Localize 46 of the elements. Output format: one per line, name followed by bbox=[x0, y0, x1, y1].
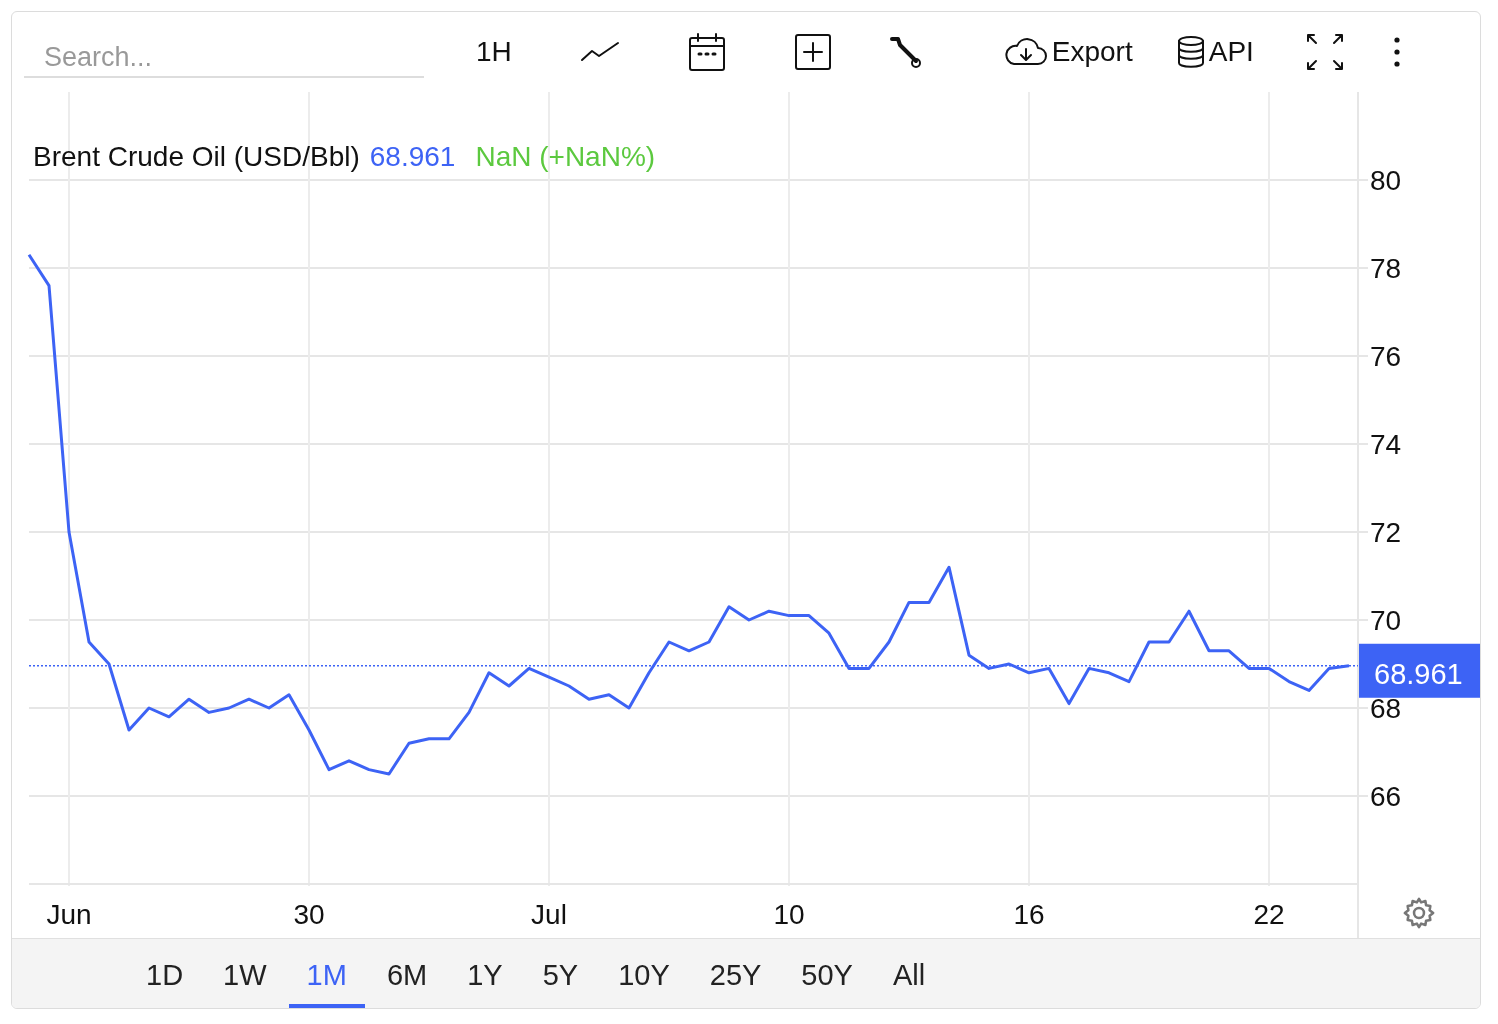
y-axis-label: 74 bbox=[1370, 429, 1402, 460]
range-tab[interactable]: 10Y bbox=[600, 948, 688, 1008]
y-axis-label: 72 bbox=[1370, 517, 1402, 548]
range-tab[interactable]: 5Y bbox=[524, 948, 597, 1008]
interval-button[interactable]: 1H bbox=[476, 31, 512, 73]
x-axis-label: 16 bbox=[1013, 899, 1045, 930]
tools-button[interactable] bbox=[887, 35, 922, 69]
y-axis-label: 76 bbox=[1370, 341, 1402, 372]
x-axis-label: 30 bbox=[293, 899, 325, 930]
range-tab[interactable]: 1Y bbox=[449, 948, 521, 1008]
wrench-icon bbox=[887, 35, 922, 69]
range-tab[interactable]: 6M bbox=[368, 948, 446, 1008]
export-button[interactable]: Export bbox=[1003, 31, 1133, 73]
range-tab[interactable]: All bbox=[874, 948, 944, 1008]
price-change: NaN (+NaN%) bbox=[475, 140, 656, 174]
x-axis-label: Jun bbox=[46, 899, 92, 930]
calendar-icon bbox=[687, 32, 726, 72]
fullscreen-icon bbox=[1305, 33, 1344, 71]
x-axis-label: 22 bbox=[1253, 899, 1285, 930]
add-box-icon bbox=[793, 33, 832, 71]
range-tab[interactable]: 1D bbox=[128, 948, 202, 1008]
database-icon bbox=[1176, 35, 1205, 69]
x-axis-label: 10 bbox=[773, 899, 805, 930]
api-button[interactable]: API bbox=[1176, 31, 1254, 73]
instrument-name: Brent Crude Oil (USD/Bbl) bbox=[33, 140, 360, 174]
y-axis-label: 70 bbox=[1370, 605, 1402, 636]
y-axis-label: 80 bbox=[1370, 165, 1402, 196]
range-tab[interactable]: 1M bbox=[288, 948, 365, 1008]
cloud-download-icon bbox=[1003, 37, 1048, 67]
search-field[interactable]: Search... bbox=[24, 38, 424, 78]
y-axis-label: 78 bbox=[1370, 253, 1402, 284]
current-price-badge: 68.961 bbox=[1359, 643, 1480, 698]
range-tab[interactable]: 1W bbox=[205, 948, 285, 1008]
calendar-button[interactable] bbox=[687, 32, 726, 72]
add-button[interactable] bbox=[793, 33, 832, 71]
x-axis-label: Jul bbox=[531, 899, 567, 930]
line-chart-icon bbox=[579, 40, 620, 64]
more-icon bbox=[1393, 37, 1400, 67]
fullscreen-button[interactable] bbox=[1305, 33, 1344, 71]
settings-icon[interactable] bbox=[1402, 896, 1436, 930]
range-tab[interactable]: 50Y bbox=[783, 948, 871, 1008]
y-axis-label: 66 bbox=[1370, 781, 1402, 812]
range-tab[interactable]: 25Y bbox=[691, 948, 780, 1008]
last-price: 68.961 bbox=[369, 140, 456, 174]
more-button[interactable] bbox=[1393, 37, 1400, 67]
chart-type-button[interactable] bbox=[579, 40, 620, 64]
